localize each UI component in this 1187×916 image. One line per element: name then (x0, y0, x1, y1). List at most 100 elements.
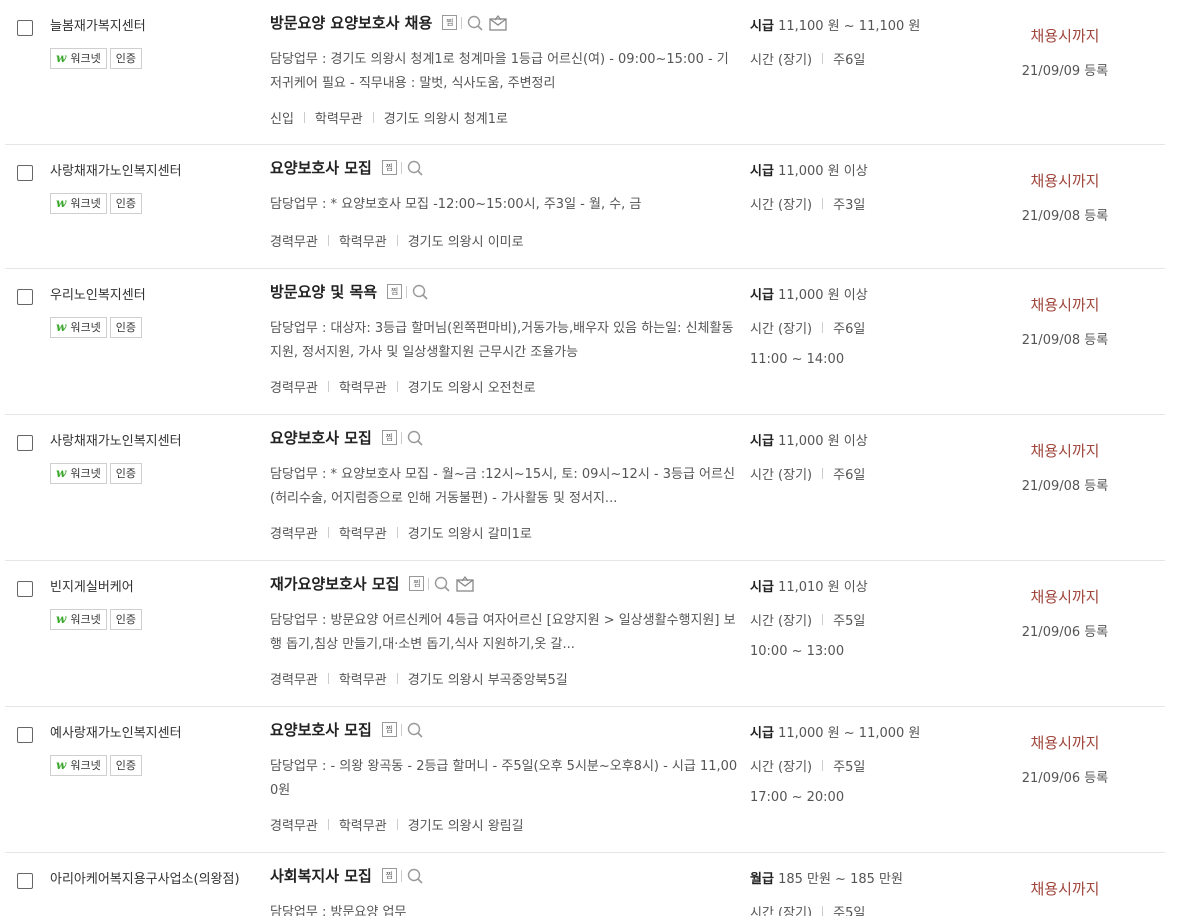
tag-education: 학력무관 (338, 527, 387, 542)
job-row: 사랑채재가노인복지센터 w 워크넷 인증 요양보호사 모집 찜 담당업무 : * … (5, 415, 1165, 561)
pay-amount: 11,000 원 이상 (778, 164, 868, 179)
certified-badge: 인증 (109, 317, 142, 338)
work-days: 주6일 (833, 322, 866, 337)
pay-info: 시급 11,000 원 이상 (750, 430, 868, 449)
divider (327, 527, 329, 538)
pay-info: 시급 11,010 원 이상 (750, 576, 868, 595)
worknet-badge-label: 워크넷 (70, 52, 101, 65)
work-days: 주6일 (833, 468, 866, 483)
company-name[interactable]: 늘봄재가복지센터 (50, 15, 146, 34)
condition-tags: 경력무관 학력무관 경기도 의왕시 이미로 (270, 231, 524, 250)
scrap-icon[interactable]: 찜 (442, 15, 458, 30)
company-name[interactable]: 사랑채재가노인복지센터 (50, 160, 182, 179)
pay-type: 시급 (750, 164, 774, 179)
preview-search-icon[interactable] (410, 283, 430, 301)
select-checkbox[interactable] (17, 727, 33, 743)
work-days: 주5일 (833, 906, 866, 916)
company-name[interactable]: 예사랑재가노인복지센터 (50, 722, 182, 741)
work-term: 시간 (장기) (750, 614, 813, 629)
select-checkbox[interactable] (17, 289, 33, 305)
worknet-badge-label: 워크넷 (70, 759, 101, 772)
certified-badge: 인증 (109, 755, 142, 776)
worknet-logo-icon: w (56, 758, 67, 772)
title-group: 재가요양보호사 모집 찜 (270, 573, 476, 594)
preview-search-icon[interactable] (432, 575, 452, 593)
registered-date: 21/09/06 등록 (1021, 625, 1109, 640)
divider (396, 527, 398, 538)
job-title[interactable]: 방문요양 요양보호사 채용 (270, 12, 432, 33)
job-title[interactable]: 요양보호사 모집 (270, 427, 372, 448)
divider (327, 819, 329, 830)
scrap-icon[interactable]: 찜 (409, 576, 425, 591)
tag-career: 경력무관 (270, 381, 318, 396)
divider (396, 819, 398, 830)
select-checkbox[interactable] (17, 165, 33, 181)
job-title[interactable]: 요양보호사 모집 (270, 719, 372, 740)
preview-search-icon[interactable] (405, 159, 425, 177)
title-group: 방문요양 요양보호사 채용 찜 (270, 12, 509, 33)
work-type: 시간 (장기) 주5일 (750, 756, 865, 775)
company-name[interactable]: 사랑채재가노인복지센터 (50, 430, 182, 449)
badge-group: w 워크넷 인증 (50, 463, 142, 484)
certified-badge: 인증 (109, 48, 142, 69)
job-title[interactable]: 사회복지사 모집 (270, 865, 372, 886)
company-name[interactable]: 빈지게실버케어 (50, 576, 134, 595)
duty-description: 담당업무 : - 의왕 왕곡동 - 2등급 할머니 - 주5일(오후 5시분~오… (270, 759, 738, 798)
divider (822, 468, 824, 479)
preview-search-icon[interactable] (405, 721, 425, 739)
worknet-logo-icon: w (56, 612, 67, 626)
work-type: 시간 (장기) 주6일 (750, 464, 865, 483)
preview-search-icon[interactable] (465, 14, 485, 32)
tag-location: 경기도 의왕시 이미로 (407, 235, 524, 250)
tag-education: 학력무관 (314, 112, 363, 127)
pay-info: 시급 11,000 원 ~ 11,000 원 (750, 722, 920, 741)
job-title[interactable]: 재가요양보호사 모집 (270, 573, 399, 594)
worknet-badge-label: 워크넷 (70, 197, 101, 210)
company-name[interactable]: 아리아케어복지용구사업소(의왕점) (50, 868, 240, 887)
deadline: 채용시까지 (1030, 172, 1100, 190)
worknet-badge-label: 워크넷 (70, 467, 101, 480)
job-title[interactable]: 요양보호사 모집 (270, 157, 372, 178)
deadline: 채용시까지 (1030, 880, 1100, 898)
pay-amount: 11,000 원 이상 (778, 434, 868, 449)
work-type: 시간 (장기) 주5일 (750, 902, 865, 916)
select-checkbox[interactable] (17, 20, 33, 36)
apply-mail-icon[interactable] (454, 575, 476, 593)
preview-search-icon[interactable] (405, 867, 425, 885)
tag-location: 경기도 의왕시 오전천로 (407, 381, 536, 396)
scrap-icon[interactable]: 찜 (381, 160, 397, 175)
preview-search-icon[interactable] (405, 429, 425, 447)
deadline: 채용시까지 (1030, 27, 1100, 45)
duty-description: 담당업무 : 방문요양 업무 (270, 905, 407, 916)
work-type: 시간 (장기) 주6일 (750, 49, 865, 68)
scrap-icon[interactable]: 찜 (381, 430, 397, 445)
condition-tags: 경력무관 학력무관 경기도 의왕시 오전천로 (270, 377, 536, 396)
work-term: 시간 (장기) (750, 760, 813, 775)
deadline: 채용시까지 (1030, 734, 1100, 752)
title-group: 요양보호사 모집 찜 (270, 427, 425, 448)
pay-type: 시급 (750, 580, 774, 595)
select-checkbox[interactable] (17, 435, 33, 451)
scrap-icon[interactable]: 찜 (387, 284, 403, 299)
title-group: 요양보호사 모집 찜 (270, 157, 425, 178)
select-checkbox[interactable] (17, 581, 33, 597)
duty-description: 담당업무 : * 요양보호사 모집 - 월~금 :12시~15시, 토: 09시… (270, 467, 735, 506)
job-row: 예사랑재가노인복지센터 w 워크넷 인증 요양보호사 모집 찜 담당업무 : - … (5, 707, 1165, 853)
tag-education: 학력무관 (338, 381, 387, 396)
company-name[interactable]: 우리노인복지센터 (50, 284, 146, 303)
divider (327, 673, 329, 684)
duty-description: 담당업무 : 대상자: 3등급 할머님(왼쪽편마비),거동가능,배우자 있음 하… (270, 321, 734, 360)
apply-mail-icon[interactable] (487, 14, 509, 32)
divider (327, 381, 329, 392)
pay-info: 월급 185 만원 ~ 185 만원 (750, 868, 903, 887)
worknet-badge: w 워크넷 (50, 755, 107, 776)
scrap-icon[interactable]: 찜 (381, 722, 397, 737)
scrap-icon[interactable]: 찜 (381, 868, 397, 883)
work-days: 주3일 (833, 198, 866, 213)
tag-location: 경기도 의왕시 갈미1로 (407, 527, 532, 542)
select-checkbox[interactable] (17, 873, 33, 889)
job-title[interactable]: 방문요양 및 목욕 (270, 281, 377, 302)
divider (822, 53, 824, 64)
pay-amount: 11,010 원 이상 (778, 580, 868, 595)
work-type: 시간 (장기) 주6일 (750, 318, 865, 337)
